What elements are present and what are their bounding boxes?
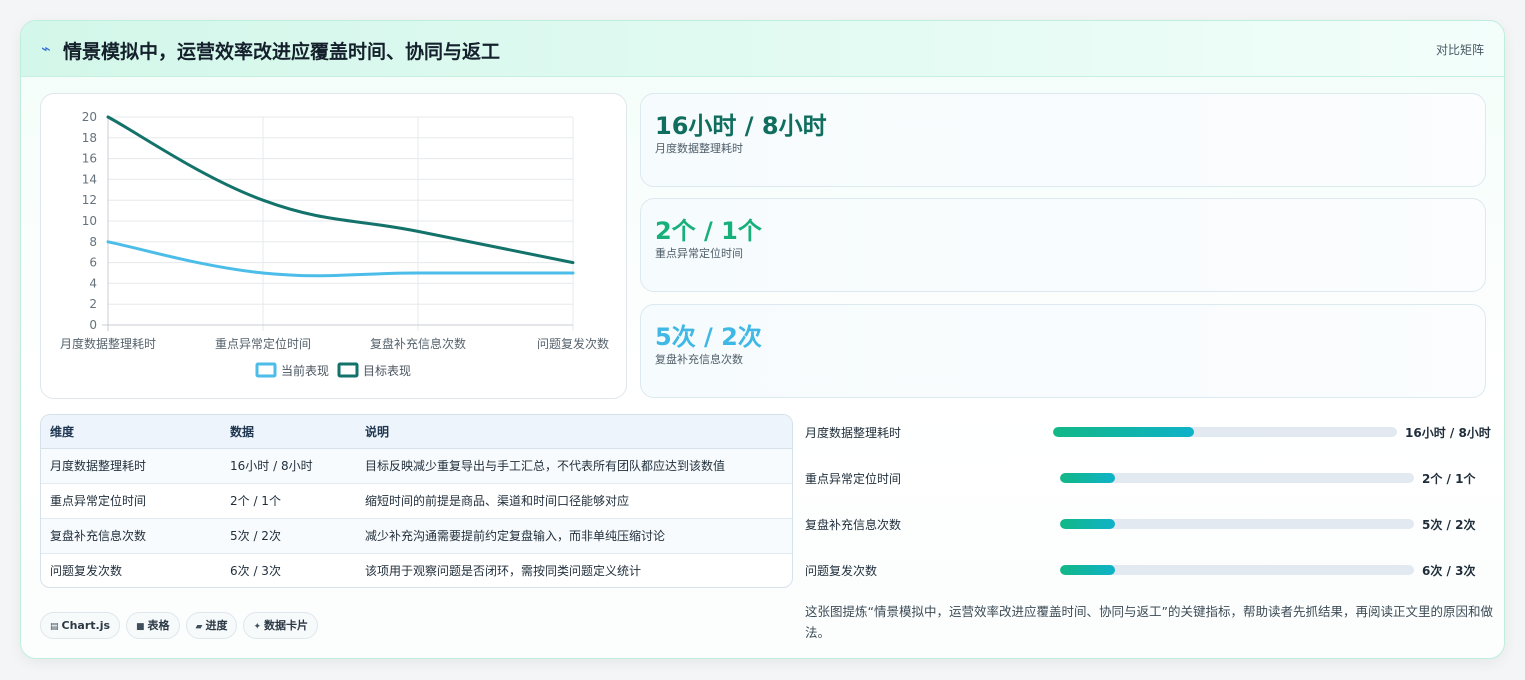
table-cell: 重点异常定位时间 bbox=[41, 483, 221, 519]
progress-row: 复盘补充信息次数 5次 / 2次 bbox=[805, 514, 1495, 534]
kpi-value: 16小时 / 8小时 bbox=[655, 112, 827, 140]
y-tick-label: 10 bbox=[82, 214, 97, 228]
table-cell: 2个 / 1个 bbox=[221, 483, 356, 519]
tag-label: 数据卡片 bbox=[264, 619, 309, 632]
table-cell: 该项用于观察问题是否闭环，需按同类问题定义统计 bbox=[365, 564, 642, 579]
table-row: 复盘补充信息次数 5次 / 2次 减少补充沟通需要提前约定复盘输入，而非单纯压缩… bbox=[41, 518, 792, 554]
table-header-data: 数据 bbox=[221, 415, 356, 449]
table-row: 月度数据整理耗时 16小时 / 8小时 目标反映减少重复导出与手工汇总，不代表所… bbox=[41, 448, 792, 484]
progress-track bbox=[1053, 427, 1397, 437]
legend-swatch bbox=[337, 362, 359, 378]
kpi-card-1: 2个 / 1个 重点异常定位时间 bbox=[640, 198, 1486, 292]
kpi-card-0: 16小时 / 8小时 月度数据整理耗时 bbox=[640, 93, 1486, 187]
progress-value: 2个 / 1个 bbox=[1422, 472, 1476, 486]
y-tick-label: 16 bbox=[82, 152, 97, 166]
progress-row: 问题复发次数 6次 / 3次 bbox=[805, 560, 1495, 580]
tag-table[interactable]: ■ 表格 bbox=[126, 612, 180, 639]
progress-track bbox=[1060, 519, 1414, 529]
table-header-row: 维度 数据 说明 bbox=[41, 415, 792, 449]
progress-label: 复盘补充信息次数 bbox=[805, 518, 902, 532]
table-cell: 月度数据整理耗时 bbox=[41, 448, 221, 484]
y-tick-label: 2 bbox=[89, 297, 97, 311]
x-tick-label: 问题复发次数 bbox=[537, 336, 609, 351]
y-tick-label: 0 bbox=[89, 318, 97, 332]
table-cell: 缩短时间的前提是商品、渠道和时间口径能够对应 bbox=[356, 483, 792, 519]
table-cell: 5次 / 2次 bbox=[221, 518, 356, 554]
sparkle-icon: ✦ bbox=[253, 622, 262, 632]
table-icon: ■ bbox=[136, 622, 145, 632]
kpi-label: 复盘补充信息次数 bbox=[655, 353, 743, 366]
kpi-value: 2个 / 1个 bbox=[655, 217, 762, 245]
progress-value: 5次 / 2次 bbox=[1422, 518, 1476, 532]
y-tick-label: 14 bbox=[82, 172, 97, 186]
legend-label: 当前表现 bbox=[281, 363, 329, 378]
line-chart: 0 2 4 6 8 10 12 14 16 18 20 月度数据整理耗时 重点异常定位时间 复盘补充信息次… bbox=[40, 93, 627, 399]
x-tick-label: 复盘补充信息次数 bbox=[370, 336, 466, 351]
table-row: 重点异常定位时间 2个 / 1个 缩短时间的前提是商品、渠道和时间口径能够对应 bbox=[41, 483, 792, 519]
progress-icon: ▰ bbox=[195, 622, 203, 632]
progress-label: 重点异常定位时间 bbox=[805, 472, 902, 486]
progress-label: 问题复发次数 bbox=[805, 564, 878, 578]
progress-value: 6次 / 3次 bbox=[1422, 564, 1476, 578]
tag-list: ▤ Chart.js ■ 表格 ▰ 进度 ✦ 数据卡片 bbox=[40, 612, 324, 640]
x-tick-label: 重点异常定位时间 bbox=[215, 336, 311, 351]
table-cell: 减少补充沟通需要提前约定复盘输入，而非单纯压缩讨论 bbox=[356, 518, 792, 554]
progress-row: 重点异常定位时间 2个 / 1个 bbox=[805, 468, 1495, 488]
kpi-card-2: 5次 / 2次 复盘补充信息次数 bbox=[640, 304, 1486, 398]
table-header-description: 说明 bbox=[356, 415, 792, 449]
progress-label: 月度数据整理耗时 bbox=[805, 426, 902, 440]
y-tick-label: 20 bbox=[82, 110, 97, 124]
chart-icon: ▤ bbox=[50, 622, 59, 632]
y-tick-label: 12 bbox=[82, 193, 97, 207]
y-tick-label: 8 bbox=[89, 235, 97, 249]
progress-fill bbox=[1060, 519, 1115, 529]
table-cell: 问题复发次数 bbox=[50, 564, 123, 579]
tag-label: 表格 bbox=[147, 619, 170, 632]
table-cell: 复盘补充信息次数 bbox=[41, 518, 221, 554]
progress-track bbox=[1060, 473, 1414, 483]
y-tick-label: 4 bbox=[89, 276, 97, 290]
table-cell: 16小时 / 8小时 bbox=[221, 448, 356, 484]
y-tick-label: 6 bbox=[89, 256, 97, 270]
progress-row: 月度数据整理耗时 16小时 / 8小时 bbox=[805, 422, 1495, 442]
tag-label: 进度 bbox=[205, 619, 228, 632]
tag-data-card[interactable]: ✦ 数据卡片 bbox=[243, 612, 319, 639]
legend-label: 目标表现 bbox=[363, 364, 411, 378]
kpi-value: 5次 / 2次 bbox=[655, 323, 762, 351]
table-row: 问题复发次数 6次 / 3次 该项用于观察问题是否闭环，需按同类问题定义统计 bbox=[41, 553, 792, 587]
kpi-label: 月度数据整理耗时 bbox=[655, 142, 743, 155]
series-line-0 bbox=[106, 240, 575, 278]
y-tick-label: 18 bbox=[82, 131, 97, 145]
dashboard-card: ⌁ 情景模拟中，运营效率改进应覆盖时间、协同与返工 对比矩阵 0 2 4 6 8 10 12… bbox=[20, 20, 1505, 659]
x-tick-label: 月度数据整理耗时 bbox=[60, 336, 156, 351]
table-cell: 6次 / 3次 bbox=[230, 564, 281, 579]
chart-canvas: 0 2 4 6 8 10 12 14 16 18 20 月度数据整理耗时 重点异常定位时间 复盘补充信息次… bbox=[60, 110, 609, 378]
card-header: ⌁ 情景模拟中，运营效率改进应覆盖时间、协同与返工 对比矩阵 bbox=[21, 21, 1504, 77]
table-header-dimension: 维度 bbox=[41, 415, 221, 449]
tag-chartjs[interactable]: ▤ Chart.js bbox=[40, 612, 121, 639]
progress-fill bbox=[1060, 565, 1115, 575]
data-table: 维度 数据 说明 月度数据整理耗时 16小时 / 8小时 目标反映减少重复导出与… bbox=[40, 414, 793, 588]
table-cell: 目标反映减少重复导出与手工汇总，不代表所有团队都应达到该数值 bbox=[356, 448, 792, 484]
page-title: 情景模拟中，运营效率改进应覆盖时间、协同与返工 bbox=[63, 41, 501, 63]
kpi-label: 重点异常定位时间 bbox=[655, 247, 743, 260]
tag-progress[interactable]: ▰ 进度 bbox=[185, 612, 238, 639]
comparison-matrix-label[interactable]: 对比矩阵 bbox=[1436, 41, 1484, 58]
summary-note: 这张图提炼“情景模拟中，运营效率改进应覆盖时间、协同与返工”的关键指标，帮助读者… bbox=[805, 604, 1493, 640]
progress-value: 16小时 / 8小时 bbox=[1405, 426, 1491, 440]
progress-fill bbox=[1060, 473, 1115, 483]
tag-label: Chart.js bbox=[61, 619, 111, 632]
progress-fill bbox=[1053, 427, 1195, 437]
progress-track bbox=[1060, 565, 1414, 575]
bolt-icon: ⌁ bbox=[41, 39, 51, 58]
series-line-1 bbox=[106, 115, 575, 265]
legend-swatch bbox=[255, 362, 277, 378]
